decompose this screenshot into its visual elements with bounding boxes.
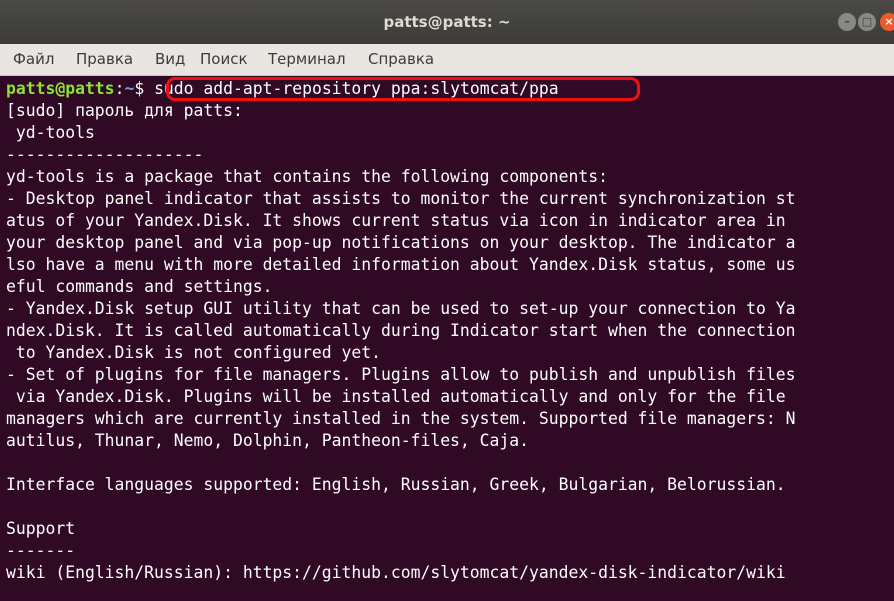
output-line: lso have a menu with more detailed infor… (6, 255, 796, 274)
terminal-area[interactable]: patts@patts:~$ sudo add-apt-repository p… (0, 76, 894, 601)
close-icon: × (884, 15, 894, 28)
menu-bar: Файл Правка Вид Поиск Терминал Справка (0, 44, 894, 76)
output-line: to Yandex.Disk is not configured yet. (6, 343, 381, 362)
menu-item-edit[interactable]: Правка (76, 44, 133, 75)
prompt-path: ~ (124, 79, 135, 98)
output-line: ndex.Disk. It is called automatically du… (6, 321, 796, 340)
output-line: your desktop panel and via pop-up notifi… (6, 233, 796, 252)
prompt-line: patts@patts:~$ sudo add-apt-repository p… (6, 78, 559, 100)
output-line: autilus, Thunar, Nemo, Dolphin, Pantheon… (6, 431, 530, 450)
prompt-dollar: $ (134, 79, 155, 98)
minimize-button[interactable]: – (838, 13, 856, 31)
output-line: Interface languages supported: English, … (6, 475, 786, 494)
output-line: yd-tools (6, 123, 95, 142)
output-line: - Set of plugins for file managers. Plug… (6, 365, 796, 384)
prompt-user: patts@patts (6, 79, 115, 98)
menu-item-search[interactable]: Поиск (200, 44, 248, 75)
output-line: [sudo] пароль для patts: (6, 101, 243, 120)
menu-item-help[interactable]: Справка (368, 44, 434, 75)
command-text: sudo add-apt-repository ppa:slytomcat/pp… (154, 79, 559, 98)
close-button[interactable]: × (880, 13, 894, 31)
output-line: via Yandex.Disk. Plugins will be install… (6, 387, 786, 406)
output-line: - Yandex.Disk setup GUI utility that can… (6, 299, 796, 318)
menu-item-file[interactable]: Файл (13, 44, 54, 75)
terminal-window: patts@patts: ~ – □ × Файл Правка Вид Пои… (0, 0, 894, 601)
output-line: eful commands and settings. (6, 277, 273, 296)
output-line: yd-tools is a package that contains the … (6, 167, 608, 186)
prompt-colon: : (114, 79, 125, 98)
window-title: patts@patts: ~ (383, 13, 511, 31)
output-line: atus of your Yandex.Disk. It shows curre… (6, 211, 786, 230)
menu-item-view[interactable]: Вид (155, 44, 185, 75)
maximize-button[interactable]: □ (858, 13, 876, 31)
title-bar[interactable]: patts@patts: ~ – □ × (0, 0, 894, 44)
output-line: wiki (English/Russian): https://github.c… (6, 563, 786, 582)
output-line: ------- (6, 541, 76, 560)
minimize-icon: – (844, 15, 850, 28)
menu-item-terminal[interactable]: Терминал (268, 44, 346, 75)
output-line: managers which are currently installed i… (6, 409, 796, 428)
maximize-icon: □ (861, 15, 873, 28)
output-line: Support (6, 519, 76, 538)
output-line: - Desktop panel indicator that assists t… (6, 189, 796, 208)
output-line: -------------------- (6, 145, 204, 164)
